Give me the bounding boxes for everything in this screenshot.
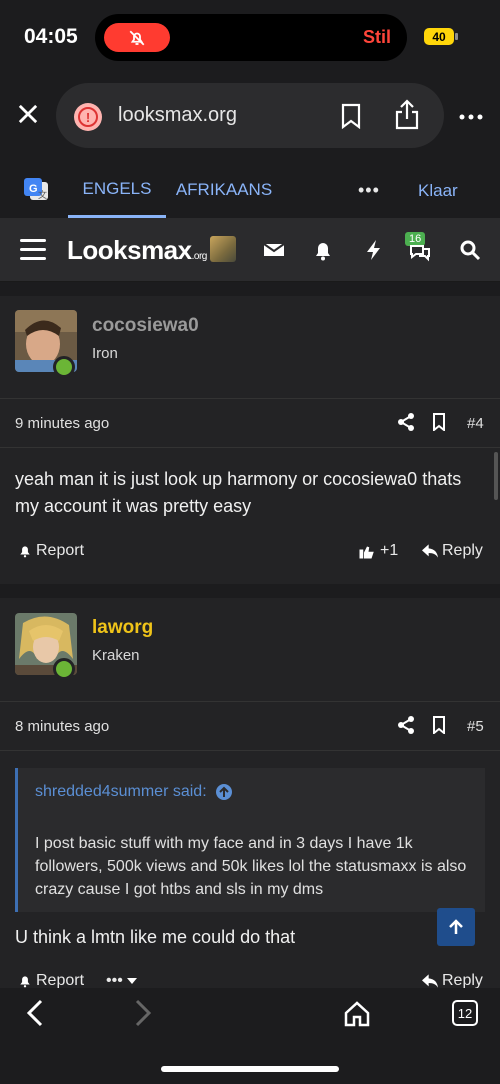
silent-label: Stil — [362, 27, 391, 47]
quote-block: shredded4summer said: I post basic stuff… — [15, 768, 485, 912]
share-post-button[interactable] — [397, 716, 415, 739]
site-logo[interactable]: Looksmax.org — [67, 235, 207, 266]
like-button[interactable]: +1 — [358, 542, 398, 560]
hamburger-menu-icon[interactable] — [20, 239, 46, 266]
back-button[interactable] — [22, 998, 48, 1033]
more-horizontal-icon — [459, 114, 483, 120]
bell-icon[interactable] — [311, 238, 335, 262]
browser-bottom-toolbar: 12 — [0, 988, 500, 1084]
post-4: cocosiewa0 Iron 9 minutes ago #4 yeah ma… — [0, 296, 500, 584]
bookmark-post-button[interactable] — [432, 716, 446, 739]
arrow-up-icon — [449, 919, 463, 934]
share-page-button[interactable] — [394, 98, 420, 135]
share-post-button[interactable] — [397, 413, 415, 436]
close-icon — [18, 104, 38, 124]
post-time[interactable]: 8 minutes ago — [15, 718, 109, 735]
post-body: yeah man it is just look up harmony or c… — [15, 469, 462, 516]
translate-bar: G文 ENGELS AFRIKAANS ••• Klaar — [0, 162, 500, 218]
post-number[interactable]: #5 — [467, 718, 484, 735]
thumbs-up-icon — [359, 546, 374, 559]
address-bar[interactable]: ! looksmax.org — [56, 83, 444, 148]
post-meta: 8 minutes ago #5 — [0, 701, 500, 751]
user-avatar[interactable] — [210, 236, 236, 262]
page-scrollbar[interactable] — [494, 452, 498, 500]
status-bar: 04:05 Stil 40 — [0, 0, 500, 76]
chevron-left-icon — [26, 999, 43, 1027]
quote-author[interactable]: shredded4summer said: — [35, 783, 233, 801]
arrow-up-circle-icon — [215, 784, 232, 800]
reply-icon — [422, 974, 438, 988]
url-text[interactable]: looksmax.org — [118, 104, 237, 127]
conversations-icon[interactable] — [408, 238, 432, 262]
bell-icon — [20, 976, 30, 988]
author-rank: Iron — [92, 345, 118, 362]
tabs-button[interactable]: 12 — [452, 1000, 478, 1026]
browser-menu-button[interactable] — [459, 107, 483, 125]
site-warning-icon[interactable]: ! — [74, 103, 102, 131]
post-time[interactable]: 9 minutes ago — [15, 415, 109, 432]
bookmark-icon — [433, 413, 445, 433]
post-5: laworg Kraken 8 minutes ago #5 shredded4… — [0, 598, 500, 989]
bell-slash-icon — [129, 30, 145, 45]
close-button[interactable] — [14, 100, 42, 128]
bookmark-post-button[interactable] — [432, 413, 446, 436]
online-indicator — [53, 658, 75, 680]
svg-text:G: G — [29, 183, 38, 195]
home-icon — [344, 1001, 370, 1027]
chevron-down-icon — [126, 978, 137, 984]
forward-button[interactable] — [130, 998, 156, 1033]
bell-icon — [20, 546, 30, 558]
quote-text: I post basic stuff with my face and in 3… — [35, 835, 467, 898]
bookmark-page-button[interactable] — [340, 103, 362, 134]
chevron-right-icon — [135, 999, 152, 1027]
tab-afrikaans[interactable]: AFRIKAANS — [172, 162, 276, 218]
author-username[interactable]: cocosiewa0 — [92, 315, 199, 337]
google-translate-icon: G文 — [22, 176, 50, 204]
status-time: 04:05 — [24, 25, 78, 48]
share-icon — [395, 99, 419, 130]
bookmark-icon — [433, 716, 445, 736]
author-rank: Kraken — [92, 647, 140, 664]
share-nodes-icon — [398, 413, 414, 431]
svg-text:文: 文 — [38, 189, 47, 200]
home-indicator — [161, 1066, 339, 1072]
bookmark-icon — [341, 103, 361, 130]
post-actions: Report +1 Reply — [0, 532, 500, 572]
post-meta: 9 minutes ago #4 — [0, 398, 500, 448]
reply-icon — [422, 544, 438, 558]
post-number[interactable]: #4 — [467, 415, 484, 432]
envelope-icon[interactable] — [262, 238, 286, 262]
post-body: U think a lmtn like me could do that — [15, 927, 296, 947]
dynamic-island: Stil — [95, 14, 407, 61]
reply-button[interactable]: Reply — [422, 542, 483, 560]
author-username[interactable]: laworg — [92, 617, 153, 639]
home-button[interactable] — [343, 1000, 371, 1033]
post-separator — [0, 584, 500, 598]
translate-options-button[interactable]: ••• — [358, 180, 380, 201]
url-toolbar: ! looksmax.org — [0, 80, 500, 152]
lightning-icon[interactable] — [362, 238, 386, 262]
scroll-to-top-button[interactable] — [437, 908, 475, 946]
reaction-count: +1 — [380, 542, 399, 559]
report-button[interactable]: Report — [18, 542, 84, 560]
share-nodes-icon — [398, 716, 414, 734]
tab-english[interactable]: ENGELS — [68, 162, 166, 218]
online-indicator — [53, 356, 75, 378]
search-icon[interactable] — [458, 238, 482, 262]
site-header: Looksmax.org 16 — [0, 218, 500, 282]
translate-done-button[interactable]: Klaar — [418, 181, 458, 201]
battery-icon: 40 — [424, 28, 458, 45]
mute-indicator — [104, 23, 170, 52]
